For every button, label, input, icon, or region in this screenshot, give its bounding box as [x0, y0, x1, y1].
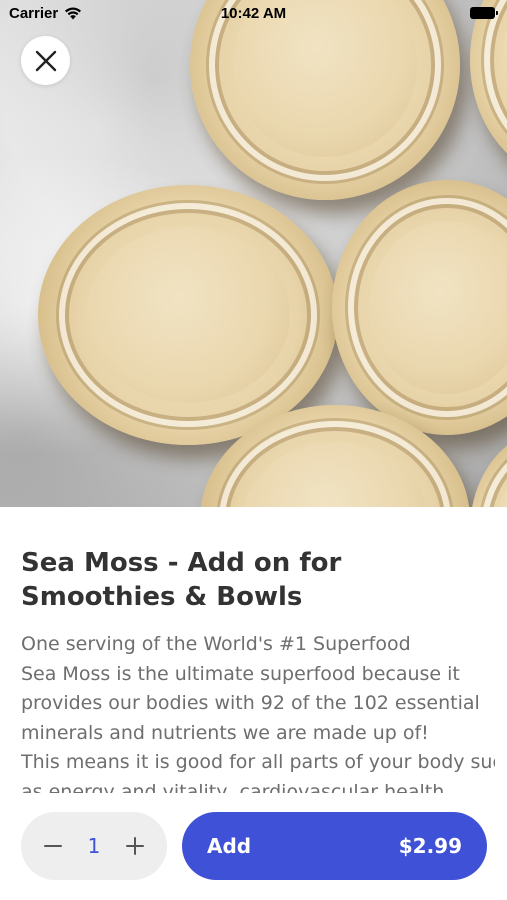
bottom-action-bar: 1 Add $2.99: [0, 793, 507, 900]
product-detail-screen: Carrier 10:42 AM Sea Moss - Add on for S…: [0, 0, 507, 900]
description-line: This means it is good for all parts of y…: [21, 751, 495, 773]
close-icon: [35, 50, 56, 71]
add-to-cart-button[interactable]: Add $2.99: [182, 812, 487, 880]
add-button-label: Add: [207, 834, 252, 858]
battery-icon: [470, 7, 498, 19]
description-line: Sea Moss is the ultimate superfood becau…: [21, 662, 460, 685]
close-button[interactable]: [21, 36, 70, 85]
add-button-price: $2.99: [398, 834, 462, 858]
status-bar: Carrier 10:42 AM: [0, 0, 507, 28]
minus-icon: [44, 845, 62, 847]
description-line: as energy and vitality, cardiovascular h…: [21, 780, 445, 794]
product-title: Sea Moss - Add on for Smoothies & Bowls: [21, 548, 342, 612]
increment-button[interactable]: [123, 834, 147, 858]
quantity-stepper: 1: [21, 812, 167, 880]
decrement-button[interactable]: [41, 834, 65, 858]
description-line: minerals and nutrients we are made up of…: [21, 721, 429, 744]
product-image: [0, 0, 507, 507]
description-line: provides our bodies with 92 of the 102 e…: [21, 692, 480, 714]
product-description[interactable]: One serving of the World's #1 Superfood …: [21, 630, 495, 793]
description-line: One serving of the World's #1 Superfood: [21, 633, 411, 655]
product-info: Sea Moss - Add on for Smoothies & Bowls: [21, 546, 491, 614]
quantity-value: 1: [87, 834, 101, 858]
status-time: 10:42 AM: [220, 5, 287, 22]
plus-icon: [125, 837, 144, 855]
jar-left: [38, 185, 338, 445]
